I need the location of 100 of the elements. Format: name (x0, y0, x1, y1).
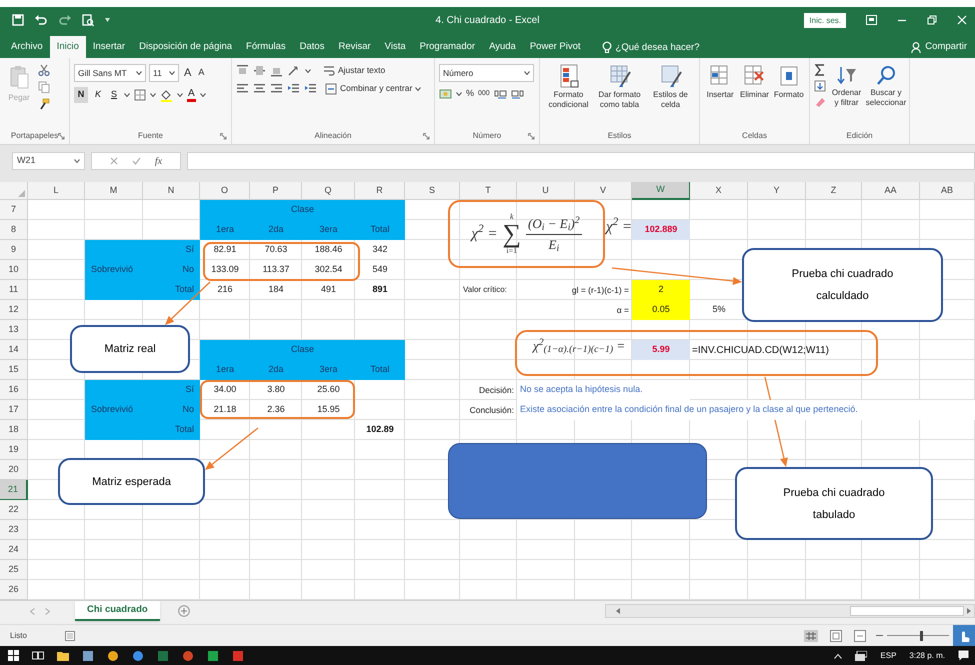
row-header[interactable]: 23 (0, 520, 28, 540)
font-size-dropdown[interactable]: 11 (149, 64, 179, 82)
row-header[interactable]: 9 (0, 240, 28, 260)
percent-button[interactable]: % (466, 87, 474, 100)
formula-input[interactable] (187, 152, 975, 170)
ribbon-tab[interactable]: Power Pivot (522, 36, 588, 58)
decrease-indent-icon[interactable] (287, 82, 300, 95)
column-header[interactable]: V (575, 182, 632, 200)
align-left-icon[interactable] (236, 82, 249, 95)
column-header[interactable]: Y (748, 182, 806, 200)
dialog-launcher-icon[interactable] (423, 133, 430, 140)
app-icon[interactable] (207, 650, 219, 662)
language-indicator[interactable]: ESP (880, 650, 896, 662)
autosum-icon[interactable] (814, 64, 826, 76)
name-box[interactable]: W21 (12, 152, 85, 170)
row-header[interactable]: 13 (0, 320, 28, 340)
zoom-out-icon[interactable] (876, 632, 883, 639)
bold-button[interactable]: N (74, 87, 88, 103)
column-header[interactable]: Q (302, 182, 355, 200)
app-icon[interactable] (132, 650, 144, 662)
column-header[interactable]: R (355, 182, 405, 200)
fill-down-icon[interactable] (814, 80, 826, 92)
ribbon-tab[interactable]: Revisar (331, 36, 378, 58)
save-icon[interactable] (12, 14, 24, 26)
row-header[interactable]: 8 (0, 220, 28, 240)
grow-font-button[interactable]: A (182, 64, 194, 82)
column-header[interactable]: Z (806, 182, 862, 200)
align-middle-icon[interactable] (253, 64, 266, 77)
font-name-dropdown[interactable]: Gill Sans MT (74, 64, 146, 82)
increase-decimal-icon[interactable] (494, 88, 507, 100)
row-header[interactable]: 26 (0, 580, 28, 600)
dialog-launcher-icon[interactable] (220, 133, 227, 140)
increase-indent-icon[interactable] (304, 82, 317, 95)
print-preview-icon[interactable] (82, 14, 94, 26)
row-header[interactable]: 14 (0, 340, 28, 360)
ribbon-display-icon[interactable] (866, 15, 877, 25)
decrease-decimal-icon[interactable] (510, 88, 524, 100)
cells-button[interactable]: Formato (772, 64, 805, 128)
app-icon[interactable] (107, 650, 119, 662)
column-header[interactable]: M (85, 182, 143, 200)
restore-icon[interactable] (927, 15, 937, 25)
row-header[interactable]: 12 (0, 300, 28, 320)
font-color-button[interactable]: A (187, 88, 196, 102)
macro-record-icon[interactable] (64, 630, 75, 640)
column-header[interactable]: L (28, 182, 85, 200)
row-header[interactable]: 19 (0, 440, 28, 460)
column-header[interactable]: AB (920, 182, 975, 200)
row-header[interactable]: 11 (0, 280, 28, 300)
scissors-icon[interactable] (38, 64, 50, 76)
app-icon[interactable] (182, 650, 194, 662)
touch-mode-icon[interactable] (953, 624, 975, 646)
ribbon-tab[interactable]: Disposición de página (132, 36, 240, 58)
row-header[interactable]: 21 (0, 480, 28, 500)
column-header[interactable]: S (405, 182, 460, 200)
styles-button[interactable]: Estilos de celda (646, 64, 695, 128)
ribbon-tab[interactable]: Datos (292, 36, 332, 58)
share-button[interactable]: Compartir (911, 36, 967, 58)
column-header[interactable]: P (250, 182, 302, 200)
row-header[interactable]: 25 (0, 560, 28, 580)
align-right-icon[interactable] (270, 82, 283, 95)
sheet-tab[interactable]: Chi cuadrado (75, 601, 160, 621)
cells-button[interactable]: Insertar (704, 64, 736, 128)
merge-center-button[interactable]: Combinar y centrar (325, 82, 422, 95)
ribbon-tab[interactable]: Fórmulas (239, 36, 293, 58)
column-header[interactable]: N (143, 182, 200, 200)
wrap-text-button[interactable]: Ajustar texto (323, 64, 386, 77)
format-painter-icon[interactable] (38, 98, 50, 110)
column-header[interactable]: W (632, 182, 690, 200)
column-header[interactable]: U (517, 182, 575, 200)
normal-view-icon[interactable] (804, 630, 818, 642)
shrink-font-button[interactable]: A (196, 66, 206, 80)
number-format-dropdown[interactable]: Número (439, 64, 534, 82)
currency-icon[interactable] (439, 88, 452, 100)
cells-button[interactable]: Eliminar (738, 64, 771, 128)
add-sheet-icon[interactable] (178, 605, 190, 617)
row-header[interactable]: 10 (0, 260, 28, 280)
slider-thumb[interactable] (920, 630, 924, 640)
windows-icon[interactable] (8, 650, 19, 661)
align-top-icon[interactable] (236, 64, 249, 77)
task-view-icon[interactable] (32, 650, 44, 661)
notification-icon[interactable] (958, 650, 969, 661)
chevron-up-icon[interactable] (834, 652, 842, 658)
close-icon[interactable] (957, 15, 967, 25)
row-header[interactable]: 16 (0, 380, 28, 400)
editing-button[interactable]: Buscar y seleccionar (867, 64, 905, 128)
page-layout-icon[interactable] (830, 630, 842, 642)
search-field[interactable]: ¿Qué desea hacer? (616, 38, 726, 56)
app-icon[interactable] (232, 650, 244, 662)
horizontal-scrollbar[interactable] (605, 604, 975, 618)
ribbon-tab[interactable]: Inicio (50, 36, 86, 58)
app-icon[interactable] (82, 650, 94, 662)
row-header[interactable]: 15 (0, 360, 28, 380)
redo-icon[interactable] (58, 14, 72, 26)
borders-icon[interactable] (134, 89, 146, 101)
underline-button[interactable]: S (108, 87, 120, 103)
ribbon-tab[interactable]: Vista (378, 36, 413, 58)
row-header[interactable]: 24 (0, 540, 28, 560)
dialog-launcher-icon[interactable] (58, 133, 65, 140)
undo-icon[interactable] (34, 14, 48, 26)
customize-caret-icon[interactable] (104, 17, 111, 23)
